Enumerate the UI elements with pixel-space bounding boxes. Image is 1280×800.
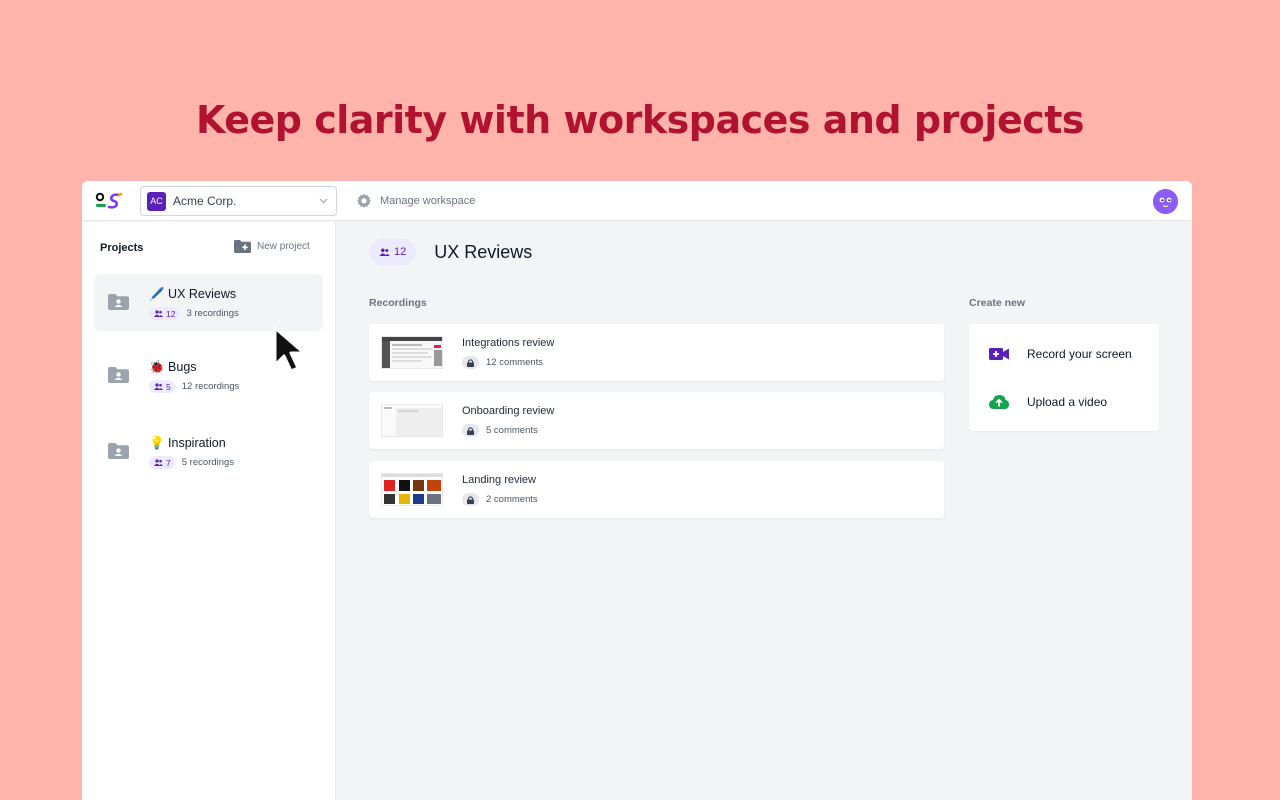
workspace-badge: AC <box>147 191 166 211</box>
workspace-select[interactable]: AC Acme Corp. <box>140 186 337 216</box>
manage-workspace-button[interactable]: Manage workspace <box>356 193 475 209</box>
users-icon <box>154 383 163 390</box>
lock-icon <box>462 356 479 369</box>
recording-card[interactable]: Integrations review 12 comments <box>369 324 944 381</box>
project-name: 💡 Inspiration <box>149 436 226 450</box>
users-icon <box>379 248 390 256</box>
recording-thumbnail <box>381 404 443 437</box>
project-item-inspiration[interactable]: 💡 Inspiration 7 5 recordings <box>94 423 323 480</box>
members-count: 7 <box>166 457 171 468</box>
top-bar: AC Acme Corp. Manage workspace <box>82 181 1192 221</box>
gear-icon <box>357 193 371 208</box>
comments-count: 12 comments <box>486 357 544 368</box>
video-plus-icon <box>989 348 1009 360</box>
folder-user-icon <box>108 443 129 459</box>
users-icon <box>154 459 163 466</box>
recording-title: Landing review <box>462 474 536 486</box>
recordings-count: 5 recordings <box>181 457 235 468</box>
mouse-cursor-icon <box>273 326 306 373</box>
new-project-label: New project <box>257 241 310 252</box>
manage-workspace-label: Manage workspace <box>380 195 476 207</box>
folder-plus-icon <box>234 240 251 253</box>
folder-user-icon <box>108 294 129 310</box>
recording-card[interactable]: Onboarding review 5 comments <box>369 392 944 449</box>
cloud-upload-icon <box>989 395 1009 409</box>
project-members-badge[interactable]: 12 <box>369 239 417 265</box>
project-name: 🐞 Bugs <box>149 360 197 374</box>
app-logo[interactable] <box>95 192 123 210</box>
projects-heading: Projects <box>100 242 144 254</box>
comments-count: 5 comments <box>486 425 538 436</box>
recording-thumbnail <box>381 473 443 506</box>
members-badge: 7 <box>149 456 175 469</box>
app-window: AC Acme Corp. Manage workspace Projects <box>82 181 1192 800</box>
members-badge: 5 <box>149 380 175 393</box>
members-count: 12 <box>166 308 176 319</box>
folder-user-icon <box>108 367 129 383</box>
create-new-panel: Record your screen Upload a video <box>969 324 1159 431</box>
comments-count: 2 comments <box>486 494 538 505</box>
record-screen-button[interactable]: Record your screen <box>989 347 1132 361</box>
page-headline: Keep clarity with workspaces and project… <box>195 98 1085 142</box>
recordings-heading: Recordings <box>369 297 427 309</box>
recording-title: Integrations review <box>462 337 555 349</box>
upload-video-button[interactable]: Upload a video <box>989 395 1107 409</box>
project-name: 🖊️ UX Reviews <box>149 287 237 301</box>
user-avatar[interactable] <box>1153 189 1178 214</box>
project-header: 12 UX Reviews <box>369 239 532 265</box>
projects-sidebar: Projects New project 🖊️ UX Reviews 12 3 … <box>82 222 336 800</box>
workspace-name: Acme Corp. <box>173 194 237 208</box>
members-count: 5 <box>166 381 171 392</box>
create-new-heading: Create new <box>969 297 1026 309</box>
project-item-ux-reviews[interactable]: 🖊️ UX Reviews 12 3 recordings <box>94 274 323 331</box>
record-screen-label: Record your screen <box>1027 347 1132 361</box>
recording-card[interactable]: Landing review 2 comments <box>369 461 944 518</box>
upload-video-label: Upload a video <box>1027 395 1108 409</box>
members-badge: 12 <box>149 307 180 320</box>
recordings-count: 3 recordings <box>186 308 239 319</box>
recording-title: Onboarding review <box>462 405 555 417</box>
project-members-count: 12 <box>394 246 407 258</box>
project-title: UX Reviews <box>434 241 533 262</box>
lock-icon <box>462 493 479 506</box>
chevron-down-icon <box>319 198 328 204</box>
recording-thumbnail <box>381 336 443 369</box>
new-project-button[interactable]: New project <box>234 240 310 253</box>
users-icon <box>154 310 163 317</box>
lock-icon <box>462 424 479 437</box>
recordings-count: 12 recordings <box>181 381 240 392</box>
